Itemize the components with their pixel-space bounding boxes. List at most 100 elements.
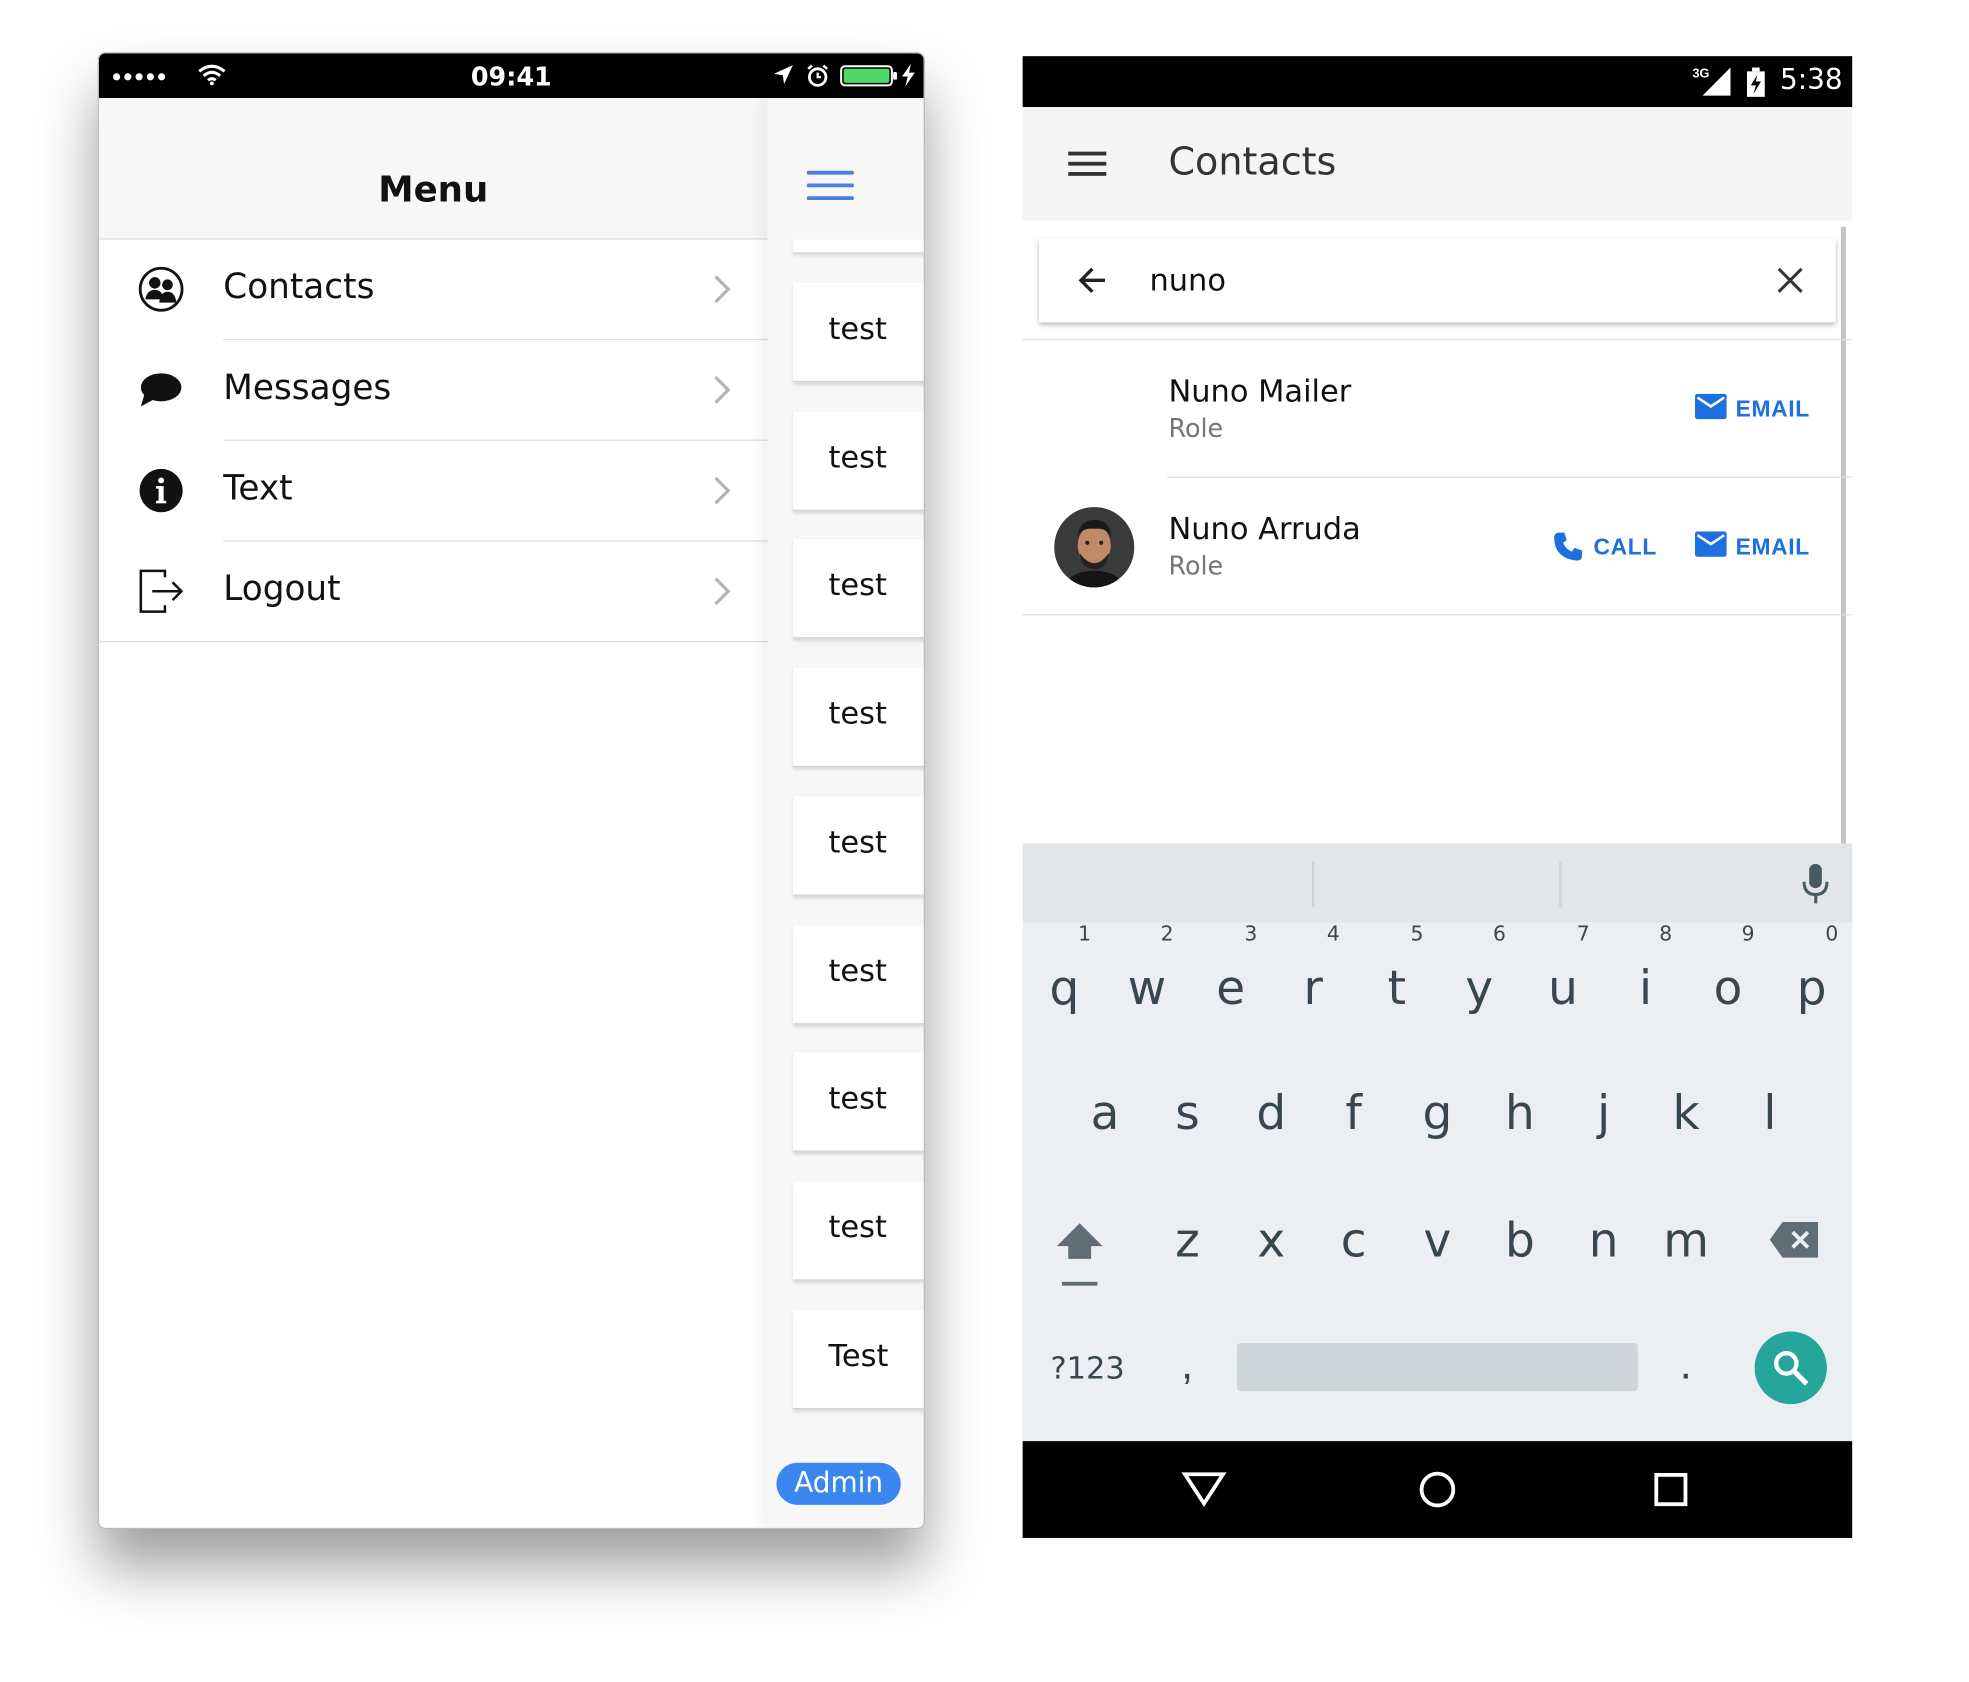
home-circle-icon[interactable]	[1417, 1469, 1458, 1510]
card-label: test	[828, 824, 887, 861]
chevron-right-icon	[714, 275, 731, 304]
key-q[interactable]: 1q	[1023, 921, 1107, 1016]
key-x[interactable]: x	[1229, 1213, 1313, 1268]
search-key[interactable]	[1754, 1331, 1827, 1405]
card-label: Test	[828, 1337, 889, 1374]
contact-role: Role	[1168, 412, 1224, 444]
close-icon[interactable]	[1776, 266, 1804, 294]
key-f[interactable]: f	[1312, 1086, 1396, 1141]
key-label: u	[1548, 960, 1578, 1016]
menu-item-contacts[interactable]: Contacts	[99, 240, 768, 341]
menu-item-messages[interactable]: Messages	[99, 340, 768, 441]
key-label: r	[1303, 960, 1323, 1016]
test-card[interactable]: Test	[792, 1309, 924, 1410]
hamburger-bar	[1068, 172, 1107, 176]
menu-toggle-button[interactable]	[806, 170, 854, 202]
key-j[interactable]: j	[1562, 1086, 1646, 1141]
contact-row[interactable]: Nuno Arruda Role CALL EMAIL	[1023, 478, 1845, 616]
test-card[interactable]: test	[792, 538, 924, 639]
contact-row[interactable]: Nuno Mailer Role EMAIL	[1023, 340, 1845, 478]
app-bar-title: Contacts	[1168, 140, 1337, 185]
key-e[interactable]: 3e	[1189, 921, 1273, 1016]
card-label: test	[828, 1080, 887, 1117]
test-card[interactable]: test	[792, 796, 924, 896]
email-button-label: EMAIL	[1735, 533, 1810, 560]
menu-item-text[interactable]: Text	[99, 441, 768, 542]
key-l[interactable]: l	[1728, 1086, 1812, 1141]
location-arrow-icon	[773, 64, 793, 85]
battery-icon	[840, 65, 897, 87]
key-k[interactable]: k	[1644, 1086, 1728, 1141]
key-label: i	[1638, 960, 1653, 1016]
card-label: test	[828, 310, 887, 347]
menu-item-label: Messages	[223, 368, 392, 408]
test-card[interactable]: test	[792, 1052, 924, 1152]
test-card[interactable]: test	[792, 925, 924, 1025]
menu-title: Menu	[378, 168, 489, 211]
contacts-icon	[138, 266, 184, 312]
microphone-icon[interactable]	[1802, 863, 1830, 905]
suggestion-divider	[1559, 861, 1562, 908]
key-label: q	[1049, 960, 1080, 1016]
phone-icon	[1554, 532, 1583, 561]
android-clock: 5:38	[1779, 64, 1843, 97]
key-w[interactable]: 2w	[1105, 921, 1189, 1015]
key-i[interactable]: 8i	[1604, 921, 1688, 1016]
key-p[interactable]: 0p	[1770, 921, 1852, 1015]
key-b[interactable]: b	[1478, 1213, 1562, 1268]
search-input[interactable]: nuno	[1149, 262, 1226, 298]
search-icon	[1774, 1351, 1809, 1386]
app-bar: Contacts	[1022, 107, 1853, 221]
side-menu: Menu Contacts Messages Text Logout	[98, 98, 768, 1528]
test-card[interactable]: test	[792, 1181, 924, 1281]
space-bar[interactable]	[1236, 1343, 1638, 1392]
key-o[interactable]: 9o	[1686, 921, 1770, 1015]
battery-icon	[1746, 67, 1765, 97]
email-button-label: EMAIL	[1735, 396, 1810, 422]
test-card[interactable]: test	[792, 411, 924, 511]
key-n[interactable]: n	[1562, 1213, 1646, 1268]
period-key[interactable]: .	[1680, 1340, 1692, 1390]
menu-item-logout[interactable]: Logout	[98, 542, 768, 643]
contact-role: Role	[1168, 550, 1224, 582]
key-v[interactable]: v	[1396, 1213, 1480, 1268]
key-m[interactable]: m	[1644, 1213, 1728, 1268]
symbols-key[interactable]: ?123	[1050, 1351, 1124, 1387]
key-d[interactable]: d	[1229, 1086, 1313, 1141]
key-h[interactable]: h	[1478, 1086, 1562, 1141]
admin-badge[interactable]: Admin	[776, 1462, 901, 1505]
key-y[interactable]: 6y	[1437, 921, 1521, 1015]
ios-phone: ●●●●● 09:41 Menu Contacts Messages Text …	[97, 52, 925, 1530]
hamburger-bar	[806, 196, 854, 201]
suggestion-divider	[1311, 861, 1315, 908]
back-arrow-icon[interactable]	[1077, 262, 1107, 298]
soft-keyboard: 1q 2w 3e 4r 5t 6y 7u 8i 9o 0p a s d f g …	[1022, 843, 1853, 1442]
shift-icon[interactable]	[1056, 1221, 1104, 1287]
card-label: test	[828, 953, 887, 989]
key-u[interactable]: 7u	[1521, 921, 1605, 1016]
card-partial	[792, 239, 924, 254]
key-number-hint: 0	[1825, 921, 1839, 946]
chevron-right-icon	[714, 577, 731, 606]
test-card[interactable]: test	[792, 667, 924, 768]
contact-name: Nuno Arruda	[1168, 510, 1361, 547]
key-c[interactable]: c	[1312, 1213, 1396, 1268]
backspace-icon[interactable]	[1769, 1221, 1820, 1259]
content-pane: test test test test test test test test …	[767, 98, 924, 1528]
key-label: e	[1216, 960, 1246, 1016]
menu-icon[interactable]	[1068, 151, 1107, 177]
back-triangle-icon[interactable]	[1181, 1469, 1227, 1508]
recents-square-icon[interactable]	[1653, 1472, 1689, 1508]
logout-icon	[139, 569, 184, 613]
key-g[interactable]: g	[1396, 1086, 1480, 1141]
comma-key[interactable]: ,	[1181, 1340, 1193, 1390]
key-a[interactable]: a	[1063, 1086, 1147, 1141]
test-card[interactable]: test	[792, 282, 924, 383]
menu-item-label: Contacts	[223, 267, 375, 308]
key-z[interactable]: z	[1146, 1213, 1230, 1268]
key-s[interactable]: s	[1146, 1086, 1230, 1141]
key-number-hint: 2	[1160, 921, 1174, 946]
key-t[interactable]: 5t	[1355, 921, 1439, 1015]
search-bar[interactable]: nuno	[1039, 238, 1836, 323]
key-r[interactable]: 4r	[1271, 921, 1355, 1016]
